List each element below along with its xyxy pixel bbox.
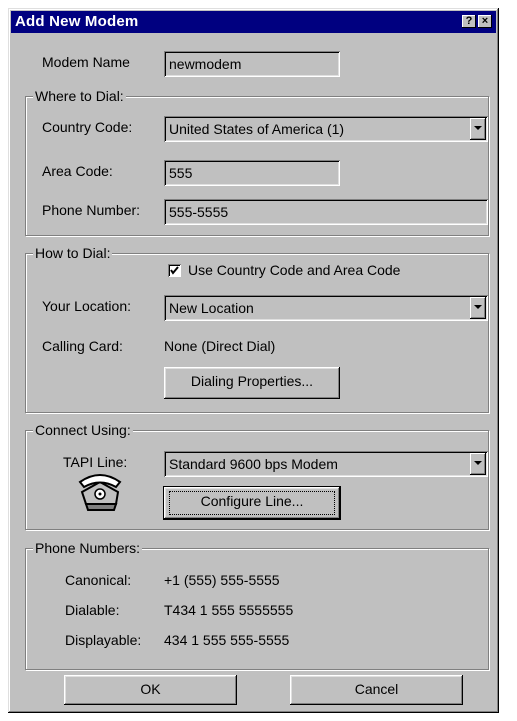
chevron-down-icon	[474, 305, 482, 309]
window-title: Add New Modem	[15, 13, 139, 30]
your-location-value: New Location	[169, 300, 254, 316]
area-code-label: Area Code:	[42, 163, 113, 179]
use-country-area-label[interactable]: Use Country Code and Area Code	[188, 262, 400, 278]
your-location-select[interactable]: New Location	[164, 295, 488, 321]
tapi-line-select[interactable]: Standard 9600 bps Modem	[164, 451, 488, 477]
dialing-properties-label: Dialing Properties...	[190, 373, 314, 389]
close-button[interactable]: ×	[478, 15, 492, 28]
country-code-dropdown-button[interactable]	[470, 118, 486, 140]
where-to-dial-title: Where to Dial:	[33, 88, 126, 104]
your-location-label: Your Location:	[42, 298, 131, 314]
title-bar: Add New Modem ? ×	[11, 11, 496, 33]
help-button[interactable]: ?	[462, 15, 476, 28]
tapi-line-value: Standard 9600 bps Modem	[169, 456, 338, 472]
cancel-button[interactable]: Cancel	[290, 675, 463, 705]
connect-using-title: Connect Using:	[33, 422, 133, 438]
phone-number-label: Phone Number:	[42, 202, 141, 218]
area-code-field[interactable]: 555	[164, 160, 340, 186]
displayable-value: 434 1 555 555-5555	[164, 632, 290, 648]
modem-name-field[interactable]: newmodem	[164, 51, 340, 77]
chevron-down-icon	[474, 461, 482, 465]
configure-line-label: Configure Line...	[200, 493, 304, 509]
telephone-icon	[76, 470, 124, 514]
how-to-dial-title: How to Dial:	[33, 245, 113, 261]
country-code-select[interactable]: United States of America (1)	[164, 116, 488, 142]
country-code-value: United States of America (1)	[169, 121, 345, 137]
calling-card-value: None (Direct Dial)	[164, 338, 276, 354]
use-country-area-checkbox[interactable]	[168, 264, 181, 277]
tapi-line-dropdown-button[interactable]	[470, 453, 486, 475]
chevron-down-icon	[474, 126, 482, 130]
phone-numbers-title: Phone Numbers:	[33, 540, 143, 556]
canonical-value: +1 (555) 555-5555	[164, 572, 280, 588]
ok-button[interactable]: OK	[64, 675, 237, 705]
cancel-label: Cancel	[354, 681, 399, 697]
country-code-label: Country Code:	[42, 119, 133, 135]
checkmark-icon	[170, 266, 179, 275]
dialing-properties-button[interactable]: Dialing Properties...	[164, 367, 340, 399]
calling-card-label: Calling Card:	[42, 338, 123, 354]
dialable-label: Dialable:	[65, 602, 120, 618]
dialable-value: T434 1 555 5555555	[164, 602, 294, 618]
phone-number-field[interactable]: 555-5555	[164, 199, 488, 225]
ok-label: OK	[140, 681, 161, 697]
modem-name-label: Modem Name	[42, 54, 130, 70]
your-location-dropdown-button[interactable]	[470, 297, 486, 319]
add-new-modem-dialog: Add New Modem ? × Modem Name newmodem Wh…	[8, 8, 499, 713]
canonical-label: Canonical:	[65, 572, 132, 588]
tapi-line-label: TAPI Line:	[63, 454, 128, 470]
displayable-label: Displayable:	[65, 632, 142, 648]
configure-line-button[interactable]: Configure Line...	[164, 487, 340, 519]
